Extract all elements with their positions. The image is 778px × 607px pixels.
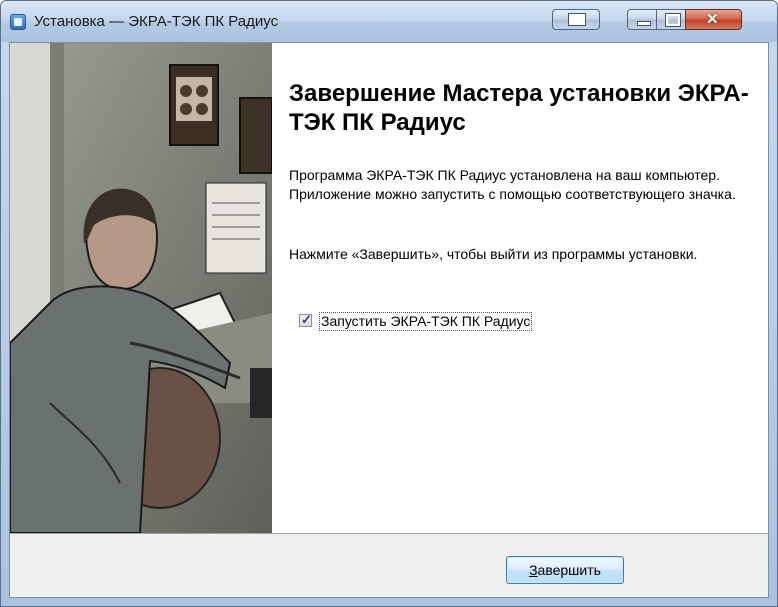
minimize-button[interactable] [627,9,657,30]
minimize-icon [637,21,651,26]
maximize-button[interactable] [656,9,686,30]
finish-button-accelerator: З [529,562,538,578]
launch-checkbox-label[interactable]: Запустить ЭКРА-ТЭК ПК Радиус [319,312,533,331]
window-title: Установка — ЭКРА-ТЭК ПК Радиус [34,13,279,30]
wizard-footer: Завершить [10,534,768,597]
finish-button-label: авершить [537,562,601,578]
launch-checkbox[interactable] [299,312,312,328]
install-complete-text: Программа ЭКРА-ТЭК ПК Радиус установлена… [289,167,736,202]
close-button[interactable]: ✕ [685,9,742,30]
title-bar[interactable]: Установка — ЭКРА-ТЭК ПК Радиус ✕ [1,1,777,42]
maximize-icon [665,13,681,27]
wizard-banner-image [10,43,272,533]
installer-window: Установка — ЭКРА-ТЭК ПК Радиус ✕ Заверше… [0,0,778,607]
installer-icon [10,14,26,30]
snap-window-icon [568,13,586,26]
banner-illustration [10,43,272,533]
snap-window-button[interactable] [552,9,600,30]
close-icon: ✕ [706,11,719,28]
page-title: Завершение Мастера установки ЭКРА-ТЭК ПК… [289,80,749,136]
wizard-client-area: Завершение Мастера установки ЭКРА-ТЭК ПК… [9,42,769,598]
finish-instruction-text: Нажмите «Завершить», чтобы выйти из прог… [289,246,698,262]
wizard-content: Завершение Мастера установки ЭКРА-ТЭК ПК… [272,43,768,533]
finish-button[interactable]: Завершить [506,556,624,584]
